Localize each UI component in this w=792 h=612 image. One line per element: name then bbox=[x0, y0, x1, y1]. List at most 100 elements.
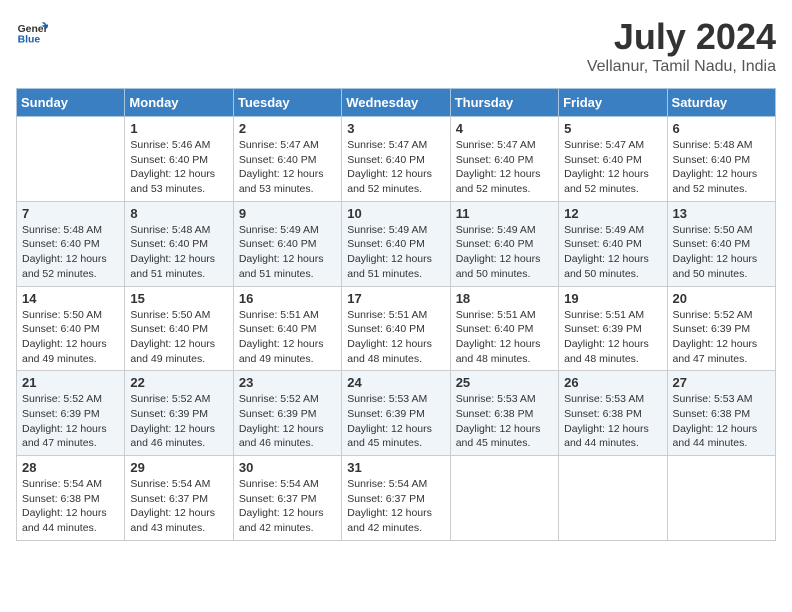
calendar-cell: 24 Sunrise: 5:53 AMSunset: 6:39 PMDayligh… bbox=[342, 371, 450, 456]
day-number: 7 bbox=[22, 206, 119, 221]
title-area: July 2024 Vellanur, Tamil Nadu, India bbox=[587, 16, 776, 76]
day-info: Sunrise: 5:46 AMSunset: 6:40 PMDaylight:… bbox=[130, 138, 227, 197]
day-info: Sunrise: 5:52 AMSunset: 6:39 PMDaylight:… bbox=[130, 392, 227, 451]
calendar-cell: 12 Sunrise: 5:49 AMSunset: 6:40 PMDayligh… bbox=[559, 201, 667, 286]
day-number: 31 bbox=[347, 460, 444, 475]
calendar-cell: 31 Sunrise: 5:54 AMSunset: 6:37 PMDayligh… bbox=[342, 456, 450, 541]
day-number: 15 bbox=[130, 291, 227, 306]
day-number: 4 bbox=[456, 121, 553, 136]
day-info: Sunrise: 5:52 AMSunset: 6:39 PMDaylight:… bbox=[673, 308, 770, 367]
day-number: 16 bbox=[239, 291, 336, 306]
day-number: 21 bbox=[22, 375, 119, 390]
day-number: 9 bbox=[239, 206, 336, 221]
calendar-cell: 5Sunrise: 5:47 AMSunset: 6:40 PMDaylight… bbox=[559, 117, 667, 202]
day-info: Sunrise: 5:53 AMSunset: 6:38 PMDaylight:… bbox=[564, 392, 661, 451]
day-info: Sunrise: 5:54 AMSunset: 6:37 PMDaylight:… bbox=[130, 477, 227, 536]
day-info: Sunrise: 5:51 AMSunset: 6:40 PMDaylight:… bbox=[239, 308, 336, 367]
day-info: Sunrise: 5:52 AMSunset: 6:39 PMDaylight:… bbox=[22, 392, 119, 451]
day-number: 29 bbox=[130, 460, 227, 475]
day-info: Sunrise: 5:52 AMSunset: 6:39 PMDaylight:… bbox=[239, 392, 336, 451]
calendar-cell bbox=[559, 456, 667, 541]
day-number: 3 bbox=[347, 121, 444, 136]
day-info: Sunrise: 5:54 AMSunset: 6:38 PMDaylight:… bbox=[22, 477, 119, 536]
day-number: 25 bbox=[456, 375, 553, 390]
calendar-table: SundayMondayTuesdayWednesdayThursdayFrid… bbox=[16, 88, 776, 541]
logo-icon: General Blue bbox=[16, 16, 48, 48]
calendar-cell: 2 Sunrise: 5:47 AMSunset: 6:40 PMDaylight… bbox=[233, 117, 341, 202]
calendar-cell: 15 Sunrise: 5:50 AMSunset: 6:40 PMDayligh… bbox=[125, 286, 233, 371]
calendar-cell: 20 Sunrise: 5:52 AMSunset: 6:39 PMDayligh… bbox=[667, 286, 775, 371]
calendar-cell bbox=[450, 456, 558, 541]
calendar-week-2: 7 Sunrise: 5:48 AMSunset: 6:40 PMDaylight… bbox=[17, 201, 776, 286]
day-info: Sunrise: 5:48 AMSunset: 6:40 PMDaylight:… bbox=[673, 138, 770, 197]
day-number: 20 bbox=[673, 291, 770, 306]
weekday-header-friday: Friday bbox=[559, 89, 667, 117]
calendar-week-5: 28 Sunrise: 5:54 AMSunset: 6:38 PMDayligh… bbox=[17, 456, 776, 541]
day-info: Sunrise: 5:50 AMSunset: 6:40 PMDaylight:… bbox=[673, 223, 770, 282]
calendar-cell: 13 Sunrise: 5:50 AMSunset: 6:40 PMDayligh… bbox=[667, 201, 775, 286]
day-number: 24 bbox=[347, 375, 444, 390]
month-title: July 2024 bbox=[587, 16, 776, 58]
calendar-cell: 26 Sunrise: 5:53 AMSunset: 6:38 PMDayligh… bbox=[559, 371, 667, 456]
calendar-cell: 9 Sunrise: 5:49 AMSunset: 6:40 PMDaylight… bbox=[233, 201, 341, 286]
day-info: Sunrise: 5:50 AMSunset: 6:40 PMDaylight:… bbox=[130, 308, 227, 367]
calendar-cell: 17 Sunrise: 5:51 AMSunset: 6:40 PMDayligh… bbox=[342, 286, 450, 371]
day-info: Sunrise: 5:49 AMSunset: 6:40 PMDaylight:… bbox=[564, 223, 661, 282]
calendar-week-1: 1 Sunrise: 5:46 AMSunset: 6:40 PMDaylight… bbox=[17, 117, 776, 202]
calendar-cell: 27Sunrise: 5:53 AMSunset: 6:38 PMDayligh… bbox=[667, 371, 775, 456]
calendar-cell: 14 Sunrise: 5:50 AMSunset: 6:40 PMDayligh… bbox=[17, 286, 125, 371]
calendar-cell: 8 Sunrise: 5:48 AMSunset: 6:40 PMDaylight… bbox=[125, 201, 233, 286]
day-info: Sunrise: 5:54 AMSunset: 6:37 PMDaylight:… bbox=[239, 477, 336, 536]
day-number: 12 bbox=[564, 206, 661, 221]
calendar-cell: 1 Sunrise: 5:46 AMSunset: 6:40 PMDaylight… bbox=[125, 117, 233, 202]
calendar-cell: 25 Sunrise: 5:53 AMSunset: 6:38 PMDayligh… bbox=[450, 371, 558, 456]
day-info: Sunrise: 5:48 AMSunset: 6:40 PMDaylight:… bbox=[130, 223, 227, 282]
day-info: Sunrise: 5:51 AMSunset: 6:39 PMDaylight:… bbox=[564, 308, 661, 367]
weekday-header-sunday: Sunday bbox=[17, 89, 125, 117]
day-number: 22 bbox=[130, 375, 227, 390]
day-info: Sunrise: 5:47 AMSunset: 6:40 PMDaylight:… bbox=[564, 138, 661, 197]
day-number: 17 bbox=[347, 291, 444, 306]
day-number: 1 bbox=[130, 121, 227, 136]
day-number: 27 bbox=[673, 375, 770, 390]
day-number: 14 bbox=[22, 291, 119, 306]
day-info: Sunrise: 5:53 AMSunset: 6:39 PMDaylight:… bbox=[347, 392, 444, 451]
calendar-cell bbox=[17, 117, 125, 202]
day-number: 18 bbox=[456, 291, 553, 306]
calendar-cell: 3Sunrise: 5:47 AMSunset: 6:40 PMDaylight… bbox=[342, 117, 450, 202]
day-info: Sunrise: 5:49 AMSunset: 6:40 PMDaylight:… bbox=[239, 223, 336, 282]
day-info: Sunrise: 5:50 AMSunset: 6:40 PMDaylight:… bbox=[22, 308, 119, 367]
calendar-cell: 29 Sunrise: 5:54 AMSunset: 6:37 PMDayligh… bbox=[125, 456, 233, 541]
day-number: 11 bbox=[456, 206, 553, 221]
day-number: 28 bbox=[22, 460, 119, 475]
svg-text:Blue: Blue bbox=[18, 34, 41, 45]
day-number: 2 bbox=[239, 121, 336, 136]
day-number: 26 bbox=[564, 375, 661, 390]
weekday-header-row: SundayMondayTuesdayWednesdayThursdayFrid… bbox=[17, 89, 776, 117]
calendar-cell: 22 Sunrise: 5:52 AMSunset: 6:39 PMDayligh… bbox=[125, 371, 233, 456]
calendar-cell: 30 Sunrise: 5:54 AMSunset: 6:37 PMDayligh… bbox=[233, 456, 341, 541]
day-info: Sunrise: 5:47 AMSunset: 6:40 PMDaylight:… bbox=[456, 138, 553, 197]
day-info: Sunrise: 5:49 AMSunset: 6:40 PMDaylight:… bbox=[347, 223, 444, 282]
day-number: 30 bbox=[239, 460, 336, 475]
logo: General Blue bbox=[16, 16, 48, 48]
day-number: 13 bbox=[673, 206, 770, 221]
calendar-cell: 6 Sunrise: 5:48 AMSunset: 6:40 PMDaylight… bbox=[667, 117, 775, 202]
weekday-header-saturday: Saturday bbox=[667, 89, 775, 117]
calendar-cell: 11 Sunrise: 5:49 AMSunset: 6:40 PMDayligh… bbox=[450, 201, 558, 286]
day-info: Sunrise: 5:53 AMSunset: 6:38 PMDaylight:… bbox=[456, 392, 553, 451]
calendar-week-4: 21 Sunrise: 5:52 AMSunset: 6:39 PMDayligh… bbox=[17, 371, 776, 456]
day-info: Sunrise: 5:54 AMSunset: 6:37 PMDaylight:… bbox=[347, 477, 444, 536]
day-number: 8 bbox=[130, 206, 227, 221]
day-info: Sunrise: 5:48 AMSunset: 6:40 PMDaylight:… bbox=[22, 223, 119, 282]
day-info: Sunrise: 5:51 AMSunset: 6:40 PMDaylight:… bbox=[347, 308, 444, 367]
day-number: 6 bbox=[673, 121, 770, 136]
weekday-header-monday: Monday bbox=[125, 89, 233, 117]
calendar-cell: 16 Sunrise: 5:51 AMSunset: 6:40 PMDayligh… bbox=[233, 286, 341, 371]
calendar-cell: 18 Sunrise: 5:51 AMSunset: 6:40 PMDayligh… bbox=[450, 286, 558, 371]
day-number: 10 bbox=[347, 206, 444, 221]
day-info: Sunrise: 5:49 AMSunset: 6:40 PMDaylight:… bbox=[456, 223, 553, 282]
day-number: 19 bbox=[564, 291, 661, 306]
day-info: Sunrise: 5:51 AMSunset: 6:40 PMDaylight:… bbox=[456, 308, 553, 367]
day-info: Sunrise: 5:47 AMSunset: 6:40 PMDaylight:… bbox=[239, 138, 336, 197]
